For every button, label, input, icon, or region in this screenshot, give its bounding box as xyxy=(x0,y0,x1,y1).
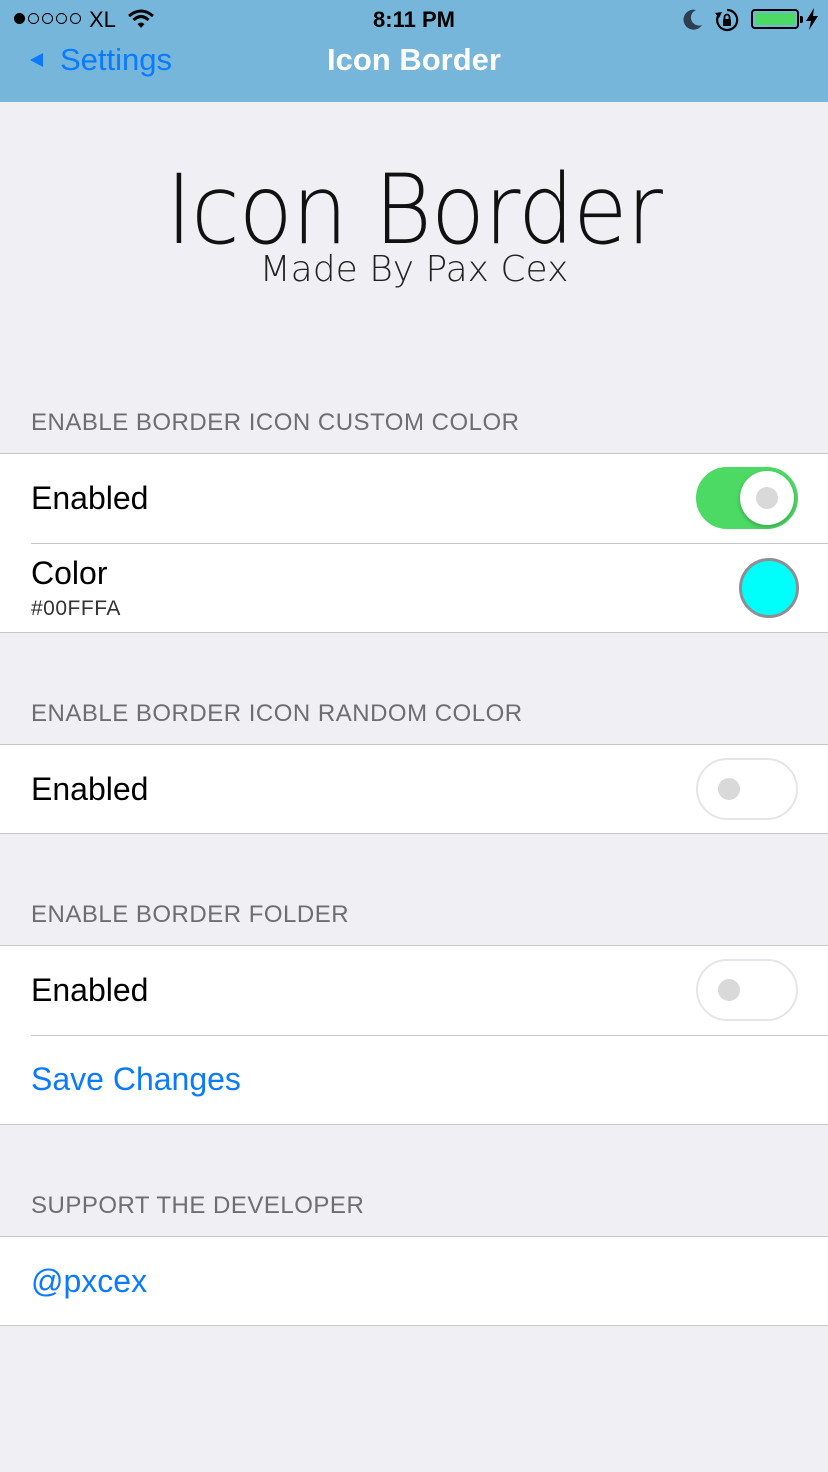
charging-icon xyxy=(805,8,819,35)
row-border-folder-enabled: Enabled xyxy=(0,946,828,1035)
page-title: Icon Border xyxy=(327,42,501,77)
row-label: Enabled xyxy=(31,771,149,807)
section-header-border-folder: ENABLE BORDER FOLDER xyxy=(31,901,350,928)
row-label: Enabled xyxy=(31,972,149,1008)
save-changes-label: Save Changes xyxy=(31,1061,241,1097)
save-changes-button[interactable]: Save Changes xyxy=(0,1035,828,1124)
status-bar: XL 8:11 PM xyxy=(0,0,828,40)
row-label: Enabled xyxy=(31,480,149,516)
group-support: @pxcex xyxy=(0,1236,828,1326)
battery-icon xyxy=(751,9,803,29)
do-not-disturb-icon xyxy=(682,7,704,36)
rotation-lock-icon xyxy=(714,7,740,38)
color-hex-value: #00FFFA xyxy=(31,597,121,620)
banner-subtitle: Made By Pax Cex xyxy=(259,249,569,290)
section-header-support: SUPPORT THE DEVELOPER xyxy=(31,1192,365,1219)
row-color-picker[interactable]: Color #00FFFA xyxy=(0,543,828,632)
color-label: Color xyxy=(31,555,108,591)
navigation-bar: Settings Icon Border xyxy=(0,40,828,102)
group-random-color: Enabled xyxy=(0,744,828,834)
group-custom-color: Enabled Color #00FFFA xyxy=(0,453,828,633)
color-swatch[interactable] xyxy=(739,558,799,618)
random-color-toggle[interactable] xyxy=(696,758,798,820)
group-border-folder: Enabled Save Changes xyxy=(0,945,828,1125)
developer-link-label: @pxcex xyxy=(31,1263,148,1299)
section-header-custom-color: ENABLE BORDER ICON CUSTOM COLOR xyxy=(31,409,520,436)
custom-color-toggle[interactable] xyxy=(696,467,798,529)
border-folder-toggle[interactable] xyxy=(696,959,798,1021)
row-random-color-enabled: Enabled xyxy=(0,745,828,834)
row-custom-color-enabled: Enabled xyxy=(0,454,828,543)
developer-link[interactable]: @pxcex xyxy=(0,1237,828,1326)
top-bar: XL 8:11 PM Settings Icon Border xyxy=(0,0,828,102)
section-header-random-color: ENABLE BORDER ICON RANDOM COLOR xyxy=(31,700,523,727)
